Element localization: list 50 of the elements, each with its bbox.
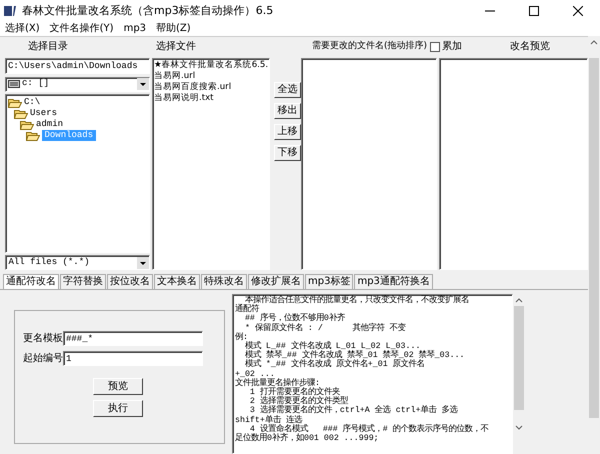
drive-icon [8,80,20,88]
tab[interactable]: 按位改名 [107,274,153,289]
caret-icon [137,256,149,268]
tree-item[interactable]: C:\ [24,97,40,108]
action-button[interactable]: 执行 [93,400,143,417]
action-button[interactable]: 下移 [274,145,301,161]
template-field[interactable]: ###_* [63,331,203,346]
help-text: 本操作适合任意文件的批量更名，只改变文件名，不改变扩展名 通配符 ## 序号，位数不够用0补齐 * 保留原文件名 : / 其他字符 不变 例: 模式 L_## 文件名改成 L_01 L_02 L_03... 模式 禁琴_## 文件名改成 禁琴_01 禁琴_02 禁琴_03... 模式 *_## 文件名改成 原文件名+_01 原文件名 +_02 ... 文件批量更名操作步骤: 1 打开需要更名的文件夹 2 选择需要更名的文件类型 3 选择需要更名的文件，ctrl+A 全选 ctrl+单击 多选 shift+单击 连选 4 设置命名模式 ### 序号模式，# 的个数表示序号的位数，不 足位数用0补齐，如001 002 ...999; [232,294,513,454]
action-button[interactable]: 移出 [274,103,301,119]
tree-item[interactable]: Users [30,108,58,119]
rename-list[interactable] [301,58,437,270]
tab[interactable]: 字符替换 [60,274,106,289]
file-item[interactable]: 当易网.url [154,71,196,82]
folder-icon [8,98,22,108]
start-number-field[interactable]: 1 [63,351,203,366]
action-button[interactable]: 全选 [274,82,301,98]
column-header: 需要更改的文件名(拖动排序) [312,40,428,53]
drive-dropdown[interactable]: c: [] [5,76,150,92]
window-title: 春林文件批量改名系统（含mp3标签自动操作）6.5 [21,2,274,19]
file-item[interactable]: 当易网百度搜索.url [154,82,232,93]
maximize-icon [529,6,539,16]
field-label: 更名模板 [23,332,63,346]
tab[interactable]: mp3标签 [305,274,354,289]
menu-item[interactable]: 文件名操作(Y) [44,22,119,36]
action-button[interactable]: 上移 [274,124,301,140]
menu-item[interactable]: mp3 [118,22,152,36]
caret-icon [137,78,149,90]
folder-icon [20,120,34,130]
file-item[interactable]: ★春林文件批量改名系统6.5. [154,60,268,71]
file-item[interactable]: 当易网说明.txt [154,93,214,104]
accumulate-checkbox[interactable]: 累加 [430,39,462,54]
tab[interactable]: 修改扩展名 [248,274,304,289]
menu-item[interactable]: 选择(X) [0,22,45,36]
tree-item[interactable]: admin [36,119,64,130]
tab[interactable]: mp3通配符换名 [354,274,433,289]
column-header: 改名预览 [510,40,550,54]
tab[interactable]: 文本换名 [154,274,200,289]
path-field[interactable]: C:\Users\admin\Downloads [5,58,150,74]
folder-icon [14,108,28,118]
column-header: 选择文件 [155,40,197,54]
filter-dropdown[interactable]: All files (*.*) [5,255,150,270]
action-button[interactable]: 预览 [93,378,143,395]
tab[interactable]: 特殊改名 [201,274,247,289]
field-label: 起始编号 [23,352,63,366]
app-icon [4,5,18,17]
column-header: 选择目录 [27,40,69,54]
close-icon [573,6,583,16]
folder-icon [26,130,40,140]
tab[interactable]: 通配符改名 [3,274,59,289]
menu-item[interactable]: 帮助(Z) [151,22,196,36]
